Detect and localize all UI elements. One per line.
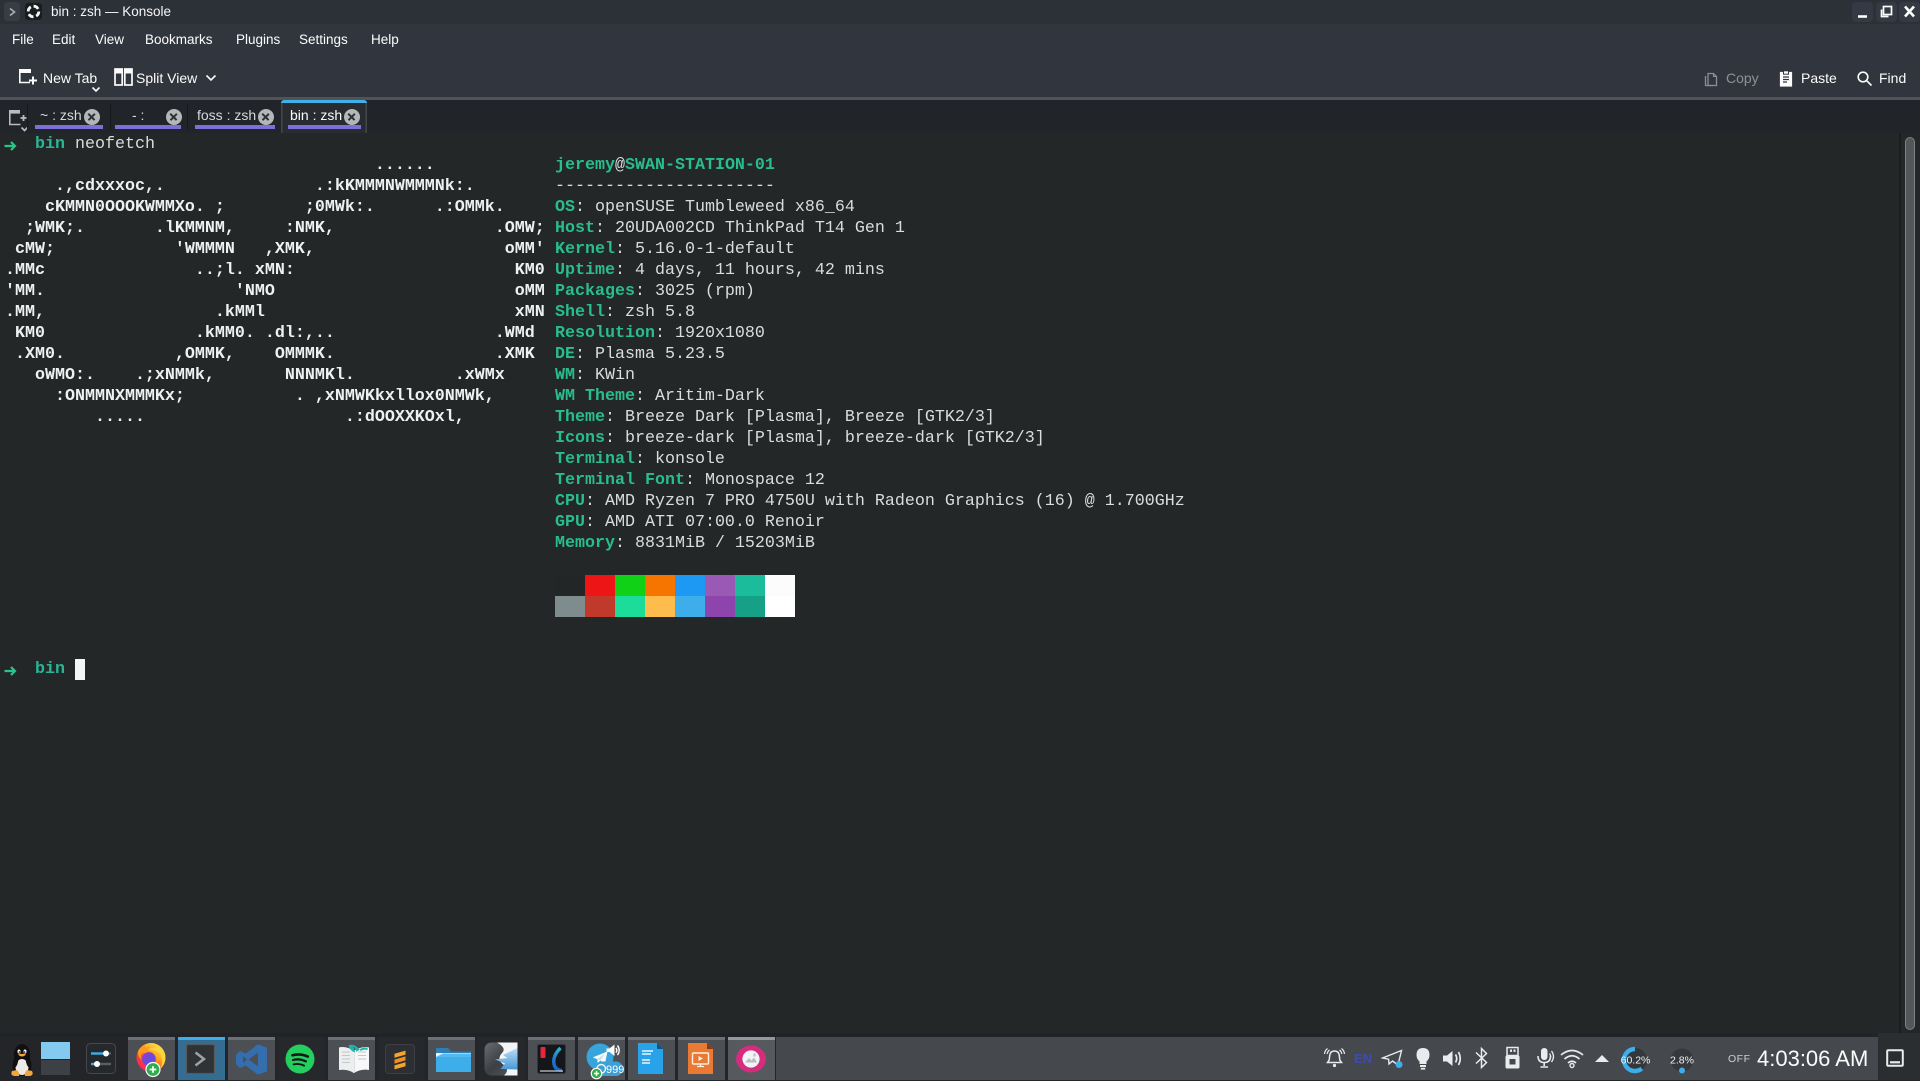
svg-text:60.2%: 60.2% bbox=[1621, 1055, 1650, 1067]
svg-text:999: 999 bbox=[606, 1064, 624, 1076]
svg-text:2.8%: 2.8% bbox=[1670, 1055, 1694, 1067]
